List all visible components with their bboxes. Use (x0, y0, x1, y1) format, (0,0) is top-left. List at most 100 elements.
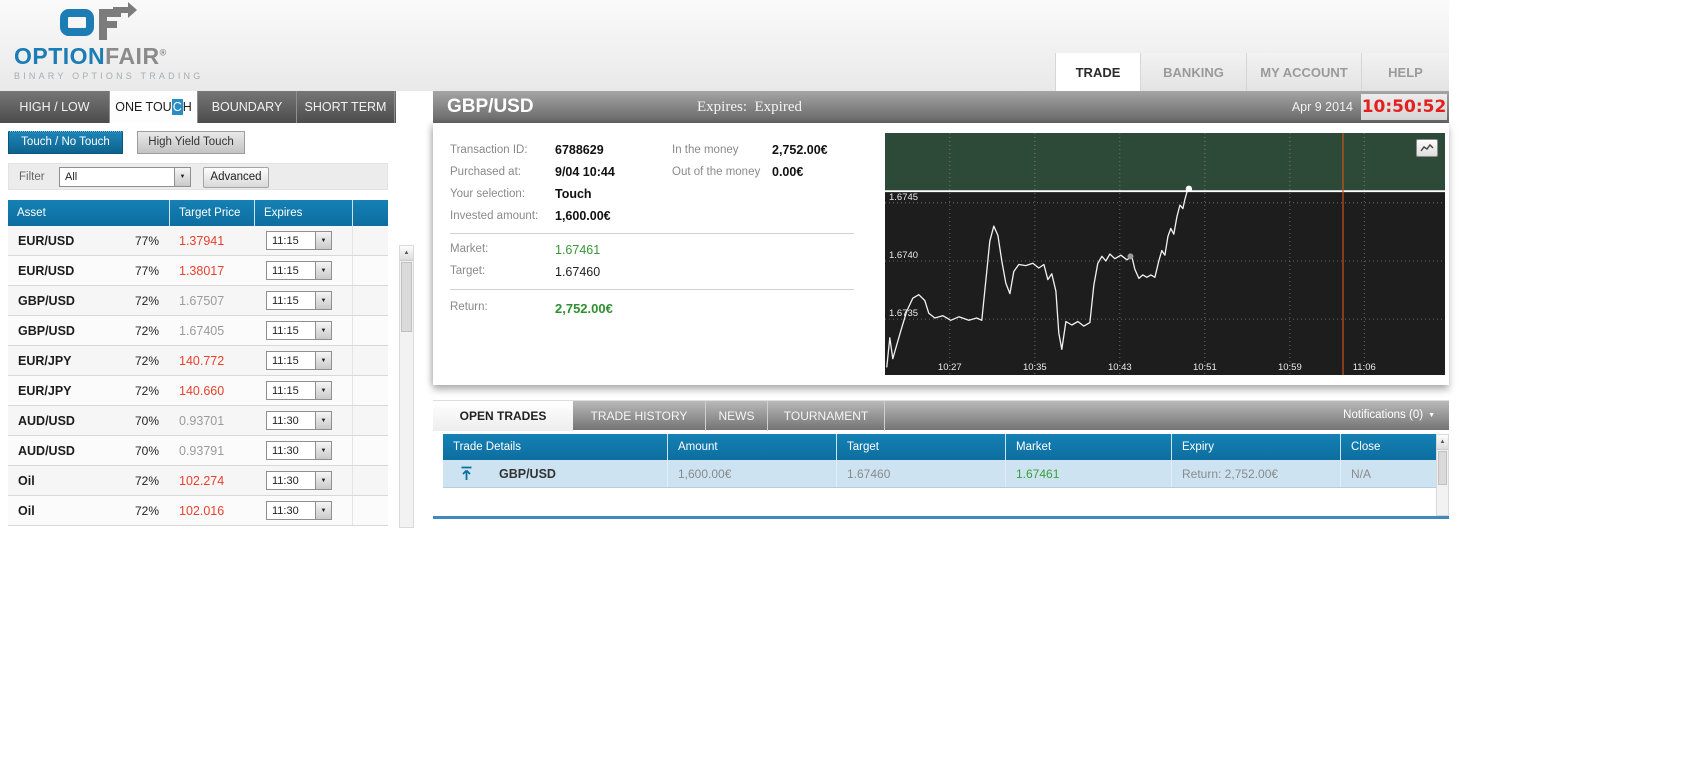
info-value: 0.00€ (772, 165, 804, 179)
asset-row[interactable]: Oil 72% 102.274 11:30 ▼ (8, 466, 388, 496)
expiry-select[interactable]: 11:30 ▼ (266, 411, 332, 430)
chevron-down-icon[interactable]: ▼ (315, 292, 331, 309)
expiry-value: 11:15 (272, 384, 299, 397)
expiry-select[interactable]: 11:15 ▼ (266, 291, 332, 310)
high-yield-touch-button[interactable]: High Yield Touch (137, 131, 245, 154)
asset-row[interactable]: Oil 72% 102.016 11:30 ▼ (8, 496, 388, 526)
main-tab-short-term[interactable]: SHORT TERM (297, 91, 395, 123)
trade-target: 1.67460 (836, 460, 1005, 487)
expiry-select[interactable]: 11:30 ▼ (266, 471, 332, 490)
scroll-up-icon[interactable]: ▲ (1437, 435, 1448, 450)
trade-asset: GBP/USD (499, 466, 556, 481)
asset-row[interactable]: EUR/USD 77% 1.37941 11:15 ▼ (8, 226, 388, 256)
notifications-toggle[interactable]: Notifications (0) ▼ (1343, 400, 1435, 430)
expiry-select[interactable]: 11:15 ▼ (266, 321, 332, 340)
col-expires: Expires (254, 200, 352, 226)
asset-payout: 70% (134, 413, 159, 428)
asset-payout: 72% (134, 383, 159, 398)
asset-name: GBP/USD (18, 323, 75, 338)
asset-row[interactable]: EUR/JPY 72% 140.660 11:15 ▼ (8, 376, 388, 406)
top-header: OPTIONFAIR® BINARY OPTIONS TRADING TRADE… (0, 0, 1449, 91)
asset-cell: Oil 72% (8, 474, 169, 488)
touch-up-icon (443, 460, 489, 487)
expiry-select[interactable]: 11:15 ▼ (266, 231, 332, 250)
col-target-price: Target Price (169, 200, 254, 226)
x-axis-label: 10:43 (1108, 362, 1132, 373)
asset-payout: 72% (134, 353, 159, 368)
asset-cell: EUR/USD 77% (8, 234, 169, 248)
top-nav-trade[interactable]: TRADE (1055, 53, 1140, 91)
expiry-value: 11:30 (272, 504, 299, 517)
logo-o-icon (60, 9, 94, 36)
expiry-value: 11:15 (272, 264, 299, 277)
trades-scrollbar[interactable]: ▲ (1436, 434, 1449, 516)
col-asset: Asset (17, 207, 46, 219)
filter-label: Filter (19, 171, 45, 183)
expiry-select[interactable]: 11:15 ▼ (266, 261, 332, 280)
target-value: 1.67460 (555, 265, 601, 279)
scroll-up-icon[interactable]: ▲ (400, 246, 413, 261)
chevron-down-icon[interactable]: ▼ (315, 262, 331, 279)
trade-expiry: Return: 2,752.00€ (1171, 460, 1340, 487)
top-nav-help[interactable]: HELP (1361, 53, 1449, 91)
asset-expiry-cell: 11:30 ▼ (254, 471, 352, 490)
asset-row[interactable]: AUD/USD 70% 0.93791 11:30 ▼ (8, 436, 388, 466)
filter-select[interactable]: All ▼ (59, 167, 191, 187)
price-chart: 1.6745 1.6740 1.6735 10:27 10:35 10:43 10:51 10… (885, 133, 1445, 375)
chart-type-button[interactable] (1416, 139, 1438, 157)
asset-expiry-cell: 11:30 ▼ (254, 501, 352, 520)
trades-tab-open-trades[interactable]: OPEN TRADES (433, 401, 573, 431)
chevron-down-icon[interactable]: ▼ (174, 168, 190, 186)
asset-list-scrollbar[interactable]: ▲ (399, 245, 414, 528)
y-axis-label: 1.6735 (889, 308, 918, 319)
expiry-value: 11:15 (272, 234, 299, 247)
chevron-down-icon[interactable]: ▼ (315, 322, 331, 339)
trades-tab-tournament[interactable]: TOURNAMENT (768, 401, 885, 431)
target-zone (885, 133, 1445, 192)
brand-logo-mark (60, 2, 203, 41)
main-tab-one-touch[interactable]: ONE TOU C H (110, 91, 198, 123)
expiry-value: 11:30 (272, 414, 299, 427)
info-label: In the money (672, 144, 739, 156)
asset-payout: 72% (134, 473, 159, 488)
asset-cell: AUD/USD 70% (8, 414, 169, 428)
chevron-down-icon[interactable]: ▼ (315, 412, 331, 429)
expiry-select[interactable]: 11:15 ▼ (266, 351, 332, 370)
chevron-down-icon[interactable]: ▼ (315, 352, 331, 369)
asset-row[interactable]: EUR/USD 77% 1.38017 11:15 ▼ (8, 256, 388, 286)
open-trade-row[interactable]: GBP/USD 1,600.00€ 1.67460 1.67461 Return… (443, 460, 1437, 488)
clock: 10:50:52 (1361, 94, 1447, 120)
expiry-select[interactable]: 11:30 ▼ (266, 501, 332, 520)
asset-row[interactable]: EUR/JPY 72% 140.772 11:15 ▼ (8, 346, 388, 376)
asset-row[interactable]: AUD/USD 70% 0.93701 11:30 ▼ (8, 406, 388, 436)
trade-close: N/A (1340, 460, 1437, 487)
trades-tab-trade-history[interactable]: TRADE HISTORY (573, 401, 706, 431)
chevron-down-icon[interactable]: ▼ (315, 502, 331, 519)
asset-row[interactable]: GBP/USD 72% 1.67507 11:15 ▼ (8, 286, 388, 316)
top-nav-my-account[interactable]: MY ACCOUNT (1246, 53, 1361, 91)
asset-payout: 72% (134, 503, 159, 518)
asset-cell: GBP/USD 72% (8, 294, 169, 308)
trades-tab-news[interactable]: NEWS (706, 401, 768, 431)
instrument-expires: Expires: Expired (697, 98, 802, 115)
expiry-select[interactable]: 11:30 ▼ (266, 441, 332, 460)
trade-details-panel: Transaction ID: 6788629 In the money 2,752.… (433, 123, 1449, 385)
advanced-button[interactable]: Advanced (203, 167, 269, 188)
asset-row[interactable]: GBP/USD 72% 1.67405 11:15 ▼ (8, 316, 388, 346)
scrollbar-thumb[interactable] (401, 262, 412, 332)
asset-blank-cell (352, 286, 388, 315)
chevron-down-icon[interactable]: ▼ (315, 232, 331, 249)
asset-cell: EUR/USD 77% (8, 264, 169, 278)
chevron-down-icon[interactable]: ▼ (315, 382, 331, 399)
main-tab-boundary[interactable]: BOUNDARY (198, 91, 297, 123)
main-tab-high-low[interactable]: HIGH / LOW (0, 91, 110, 123)
expiry-select[interactable]: 11:15 ▼ (266, 381, 332, 400)
scrollbar-thumb[interactable] (1438, 451, 1447, 485)
top-nav-banking[interactable]: BANKING (1140, 53, 1246, 91)
chevron-down-icon[interactable]: ▼ (315, 472, 331, 489)
top-nav: TRADE BANKING MY ACCOUNT HELP (1055, 53, 1449, 91)
info-row: Transaction ID: 6788629 In the money 2,752.… (450, 139, 878, 161)
chevron-down-icon[interactable]: ▼ (315, 442, 331, 459)
open-trades-header: Trade Details Amount Target Market Expir… (443, 434, 1437, 460)
touch-no-touch-button[interactable]: Touch / No Touch (8, 131, 123, 154)
